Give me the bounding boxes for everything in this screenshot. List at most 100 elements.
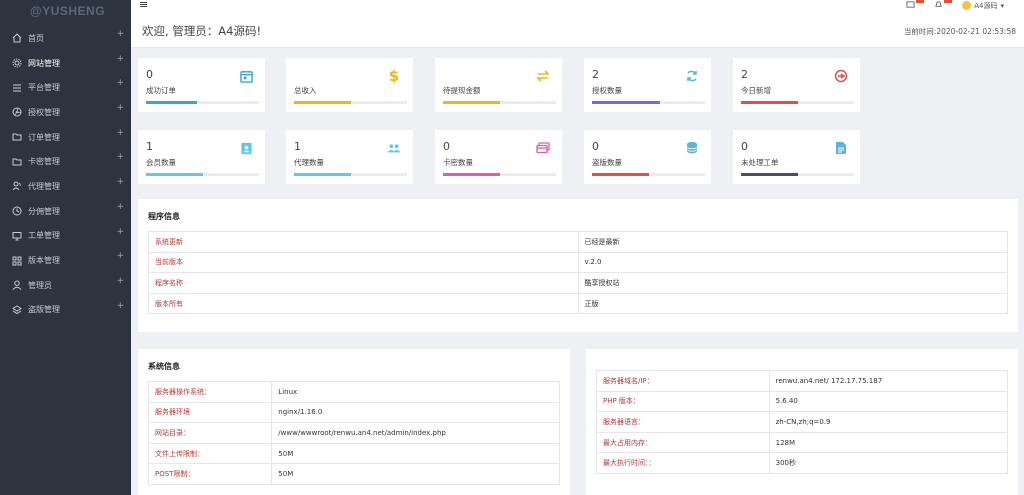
table-row: 服务器域名/IP： renwu.an4.net/ 172.17.75.187 — [596, 370, 1009, 392]
contact-icon — [239, 141, 253, 155]
clock-icon — [12, 206, 22, 216]
grid-icon — [12, 256, 22, 266]
user-name: A4源码 — [974, 1, 998, 10]
exchange-icon — [536, 69, 550, 83]
stat-label: 今日新增 — [741, 86, 771, 95]
current-time-value: 2020-02-21 02:53:58 — [936, 27, 1016, 36]
stat-progress-track — [146, 173, 259, 176]
info-value: Linux — [271, 381, 560, 403]
sidebar-item-3[interactable]: 平台管理 + — [0, 75, 131, 100]
menu-toggle-button[interactable]: ≡ — [139, 0, 148, 10]
info-key: 系统更新 — [148, 231, 579, 253]
expand-plus-icon[interactable]: + — [116, 128, 124, 138]
sidebar-item-4[interactable]: 授权管理 + — [0, 100, 131, 125]
sidebar-item-2[interactable]: 网站管理 + — [0, 51, 131, 76]
stat-progress-fill — [294, 101, 351, 104]
info-key: 当前版本 — [148, 251, 579, 274]
stat-progress-track — [592, 173, 705, 176]
message-icon[interactable] — [906, 0, 925, 11]
table-row: 最大占用内存： 128M — [596, 431, 1009, 454]
table-row: 版本所有 正版 — [148, 292, 1008, 315]
stat-progress-track — [146, 101, 259, 104]
info-value: nginx/1.16.0 — [271, 401, 560, 424]
stat-progress-fill — [294, 173, 351, 176]
expand-plus-icon[interactable]: + — [116, 276, 124, 286]
expand-plus-icon[interactable]: + — [116, 152, 124, 162]
expand-plus-icon[interactable]: + — [116, 103, 124, 113]
stat-value: 2 — [592, 68, 599, 81]
program-info-panel: 程序信息 系统更新 已经是最新 当前版本 v.2.0 程序名称 酷享授权站 版本所有 正版 — [138, 199, 1018, 332]
info-key: 最大执行时间：： — [596, 452, 770, 474]
info-value: 正版 — [577, 292, 1008, 315]
welcome-header: 欢迎, 管理员：A4源码! 当前时间:2020-02-21 02:53:58 — [131, 14, 1024, 48]
info-value: /www/wwwroot/renwu.an4.net/admin/index.p… — [271, 422, 560, 444]
stat-card: 2 今日新增 — [733, 58, 860, 112]
stat-card: 2 授权数量 — [584, 58, 711, 112]
stat-value: 0 — [146, 68, 153, 81]
stat-card: 0 盗版数量 — [584, 130, 711, 184]
stat-label: 未处理工单 — [741, 158, 779, 167]
user-menu[interactable]: A4源码 ▾ — [962, 1, 1004, 11]
stat-value: 0 — [443, 140, 450, 153]
folder-icon — [12, 132, 22, 142]
sidebar-item-label: 代理管理 — [28, 181, 60, 191]
sidebar-item-11[interactable]: 管理员 + — [0, 273, 131, 298]
stat-label: 待提现金额 — [443, 86, 481, 95]
top-right-tools: A4源码 ▾ — [906, 0, 1004, 11]
card-icon — [536, 141, 550, 155]
stat-progress-fill — [592, 101, 660, 104]
expand-plus-icon[interactable]: + — [116, 251, 124, 261]
program-info-table: 系统更新 已经是最新 当前版本 v.2.0 程序名称 酷享授权站 版本所有 正版 — [148, 231, 1008, 315]
sidebar-item-8[interactable]: 分佣管理 + — [0, 199, 131, 224]
stat-value: 2 — [741, 68, 748, 81]
stat-label: 会员数量 — [146, 158, 176, 167]
expand-plus-icon[interactable]: + — [116, 301, 124, 311]
stat-card: 1 代理数量 — [286, 130, 413, 184]
table-row: PHP 版本： 5.6.40 — [596, 390, 1009, 413]
info-key: 服务器环境 — [147, 401, 273, 424]
expand-plus-icon[interactable]: + — [116, 177, 124, 187]
stat-label: 授权数量 — [592, 86, 622, 95]
dollar-icon: $ — [388, 67, 400, 85]
monitor-icon — [12, 231, 22, 241]
sidebar-item-label: 分佣管理 — [28, 206, 60, 216]
message-badge — [916, 0, 925, 3]
stat-progress-track — [741, 173, 854, 176]
table-row: 网站目录：/www/wwwroot/renwu.an4.net/admin/in… — [147, 422, 560, 444]
stat-label: 代理数量 — [294, 158, 324, 167]
database-icon — [685, 141, 699, 155]
sidebar-item-label: 卡密管理 — [28, 157, 60, 167]
sidebar-item-1[interactable]: 首页 + — [0, 26, 131, 51]
sidebar-item-5[interactable]: 订单管理 + — [0, 125, 131, 150]
sidebar-item-label: 版本管理 — [28, 256, 60, 266]
expand-plus-icon[interactable]: + — [116, 202, 124, 212]
info-key: PHP 版本： — [596, 390, 770, 413]
expand-plus-icon[interactable]: + — [116, 29, 124, 39]
sidebar-item-10[interactable]: 版本管理 + — [0, 248, 131, 273]
stat-value: 1 — [146, 140, 153, 153]
stat-progress-track — [592, 101, 705, 104]
expand-plus-icon[interactable]: + — [116, 54, 124, 64]
welcome-text: 欢迎, 管理员：A4源码! — [142, 24, 262, 38]
info-value: v.2.0 — [577, 251, 1008, 274]
sidebar-item-label: 订单管理 — [28, 132, 60, 142]
target-icon — [834, 69, 848, 83]
home-icon — [12, 33, 22, 43]
sidebar-item-6[interactable]: 卡密管理 + — [0, 149, 131, 174]
expand-plus-icon[interactable]: + — [116, 78, 124, 88]
table-row: 系统更新 已经是最新 — [148, 231, 1008, 253]
sidebar-item-label: 授权管理 — [28, 107, 60, 117]
stat-card: 待提现金额 — [435, 58, 562, 112]
table-row: 服务器操作系统： Linux — [147, 381, 560, 403]
stat-card: 总收入 $ — [286, 58, 413, 112]
sidebar-item-9[interactable]: 工单管理 + — [0, 224, 131, 249]
expand-plus-icon[interactable]: + — [116, 227, 124, 237]
folder-icon — [12, 157, 22, 167]
sidebar-item-12[interactable]: 盗版管理 + — [0, 298, 131, 323]
bell-icon[interactable] — [934, 0, 953, 11]
stat-value: 0 — [592, 140, 599, 153]
calendar-icon — [239, 69, 253, 83]
sidebar-item-7[interactable]: 代理管理 + — [0, 174, 131, 199]
stat-progress-track — [741, 101, 854, 104]
list-icon — [12, 83, 22, 93]
